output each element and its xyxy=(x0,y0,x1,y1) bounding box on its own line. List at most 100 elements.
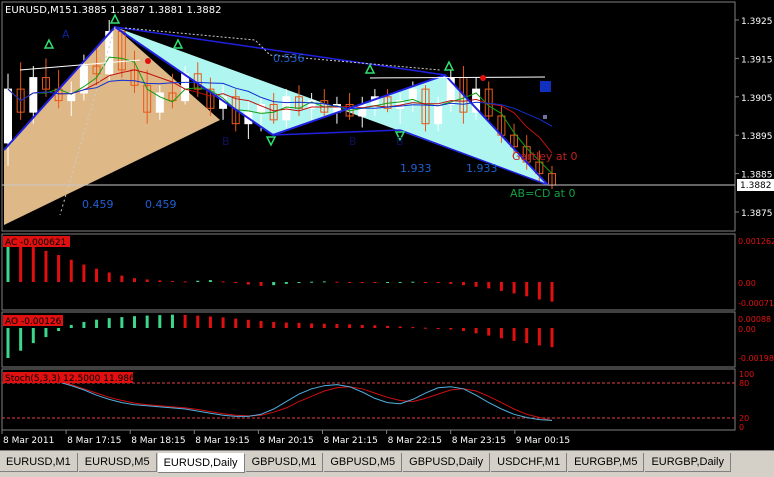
fractal-up-icon xyxy=(109,13,121,24)
ao-bar xyxy=(449,328,453,330)
ac-bar xyxy=(234,282,238,283)
ac-tick-zero: 0.00 xyxy=(738,279,756,288)
chart-tab[interactable]: EURUSD,M1 xyxy=(0,453,78,472)
time-tick-label: 8 Mar 20:15 xyxy=(259,436,313,446)
ao-bar xyxy=(44,328,48,338)
ratio-label: 1.933 xyxy=(466,162,498,175)
time-tick-label: 9 Mar 00:15 xyxy=(516,436,570,446)
ac-bar xyxy=(461,282,465,286)
ao-bar xyxy=(297,322,301,328)
signal-dot-icon xyxy=(145,58,151,64)
stoch-tick-80: 80 xyxy=(739,379,749,388)
ac-bar xyxy=(398,282,402,283)
price-tick-label: 1.3895 xyxy=(741,132,773,142)
ao-bar xyxy=(107,318,111,328)
ao-bar xyxy=(550,328,554,348)
ac-bar xyxy=(6,242,10,282)
ao-bar xyxy=(145,315,149,328)
ac-bar xyxy=(525,282,529,297)
chart-tab[interactable]: GBPUSD,M1 xyxy=(245,453,324,472)
ac-bar xyxy=(512,282,516,294)
time-tick-label: 8 Mar 22:15 xyxy=(388,436,442,446)
ao-bar xyxy=(348,324,352,328)
fractal-up-icon xyxy=(364,63,376,74)
ao-bar xyxy=(208,316,212,328)
ao-bar xyxy=(373,325,377,328)
ac-bar xyxy=(423,282,427,283)
time-tick-label: 8 Mar 17:15 xyxy=(67,436,121,446)
ac-bar xyxy=(57,255,61,282)
chart-tab[interactable]: EURUSD,M5 xyxy=(78,453,157,472)
ac-bar xyxy=(44,250,48,282)
stoch-tick-0: 0 xyxy=(739,423,744,432)
ac-panel-frame xyxy=(1,233,736,311)
ac-bar xyxy=(474,282,478,287)
ao-bar xyxy=(6,328,10,358)
ac-bar xyxy=(196,280,200,282)
chart-tab[interactable]: USDCHF,M1 xyxy=(491,453,568,472)
chart-window[interactable]: A B B B 0.536 0.459 0.459 1.933 1.933 Ga… xyxy=(0,0,774,450)
ratio-label: 1.933 xyxy=(400,162,432,175)
ao-bar xyxy=(461,328,465,332)
chart-canvas[interactable]: A B B B 0.536 0.459 0.459 1.933 1.933 Ga… xyxy=(0,0,774,450)
ac-bar xyxy=(335,281,339,283)
ao-bar xyxy=(69,324,73,328)
time-tick-label: 8 Mar 2011 xyxy=(3,436,54,446)
price-tick-label: 1.3905 xyxy=(741,94,773,104)
ac-bar xyxy=(436,282,440,283)
ao-bar xyxy=(57,328,61,332)
ao-bar xyxy=(411,327,415,329)
current-price-value: 1.3882 xyxy=(740,181,772,191)
abcd-label: AB=CD at 0 xyxy=(510,187,575,200)
ac-bar xyxy=(69,259,73,282)
ac-histogram xyxy=(6,242,554,302)
ao-bar xyxy=(158,315,162,328)
ao-bar xyxy=(512,328,516,341)
ac-bar xyxy=(95,268,99,282)
chart-tab[interactable]: GBPUSD,Daily xyxy=(403,453,491,472)
fractal-up-icon xyxy=(43,38,55,49)
chart-tab[interactable]: EURGBP,Daily xyxy=(645,453,731,472)
chart-tab[interactable]: GBPUSD,M5 xyxy=(324,453,403,472)
ao-label: AO -0.00126 xyxy=(5,317,62,327)
candle-body xyxy=(358,103,367,117)
price-tick-label: 1.3875 xyxy=(741,209,773,219)
ac-bar xyxy=(82,264,86,282)
ao-bar xyxy=(183,314,187,328)
stoch-tick-100: 100 xyxy=(739,370,754,379)
ao-bar xyxy=(19,328,23,351)
ac-bar xyxy=(107,272,111,282)
ao-bar xyxy=(284,322,288,328)
ac-bar xyxy=(537,282,541,300)
gartley-label: Gartley at 0 xyxy=(512,150,577,163)
ac-bar xyxy=(133,278,137,282)
ac-bar xyxy=(19,243,23,282)
ao-tick-bottom: -0.00198 xyxy=(738,354,774,363)
price-tick-label: 1.3915 xyxy=(741,55,773,65)
ac-bar xyxy=(411,281,415,283)
ao-bar xyxy=(398,326,402,328)
candle-body xyxy=(4,88,12,144)
ac-bar xyxy=(449,282,453,284)
ao-bar xyxy=(474,328,478,334)
ao-tick-top: 0.00088 xyxy=(738,315,771,324)
ao-bar xyxy=(499,328,503,339)
stoch-tick-20: 20 xyxy=(739,414,749,423)
ao-bar xyxy=(525,328,529,344)
fractal-up-icon xyxy=(172,38,184,49)
ao-bar xyxy=(82,321,86,328)
ac-bar xyxy=(348,282,352,283)
ao-bar xyxy=(335,324,339,328)
ac-bar xyxy=(208,280,212,282)
chart-tab[interactable]: EURGBP,M5 xyxy=(568,453,645,472)
time-tick-label: 8 Mar 19:15 xyxy=(195,436,249,446)
ao-bar xyxy=(436,328,440,329)
chart-tab[interactable]: EURUSD,Daily xyxy=(157,453,245,473)
ao-bar xyxy=(310,323,314,328)
ac-tick-top: 0.001262 xyxy=(738,237,774,246)
ac-bar xyxy=(310,281,314,283)
ratio-label: 0.536 xyxy=(273,52,305,65)
ao-bar xyxy=(259,321,263,328)
ao-bar xyxy=(170,314,174,328)
ac-bar xyxy=(221,281,225,283)
